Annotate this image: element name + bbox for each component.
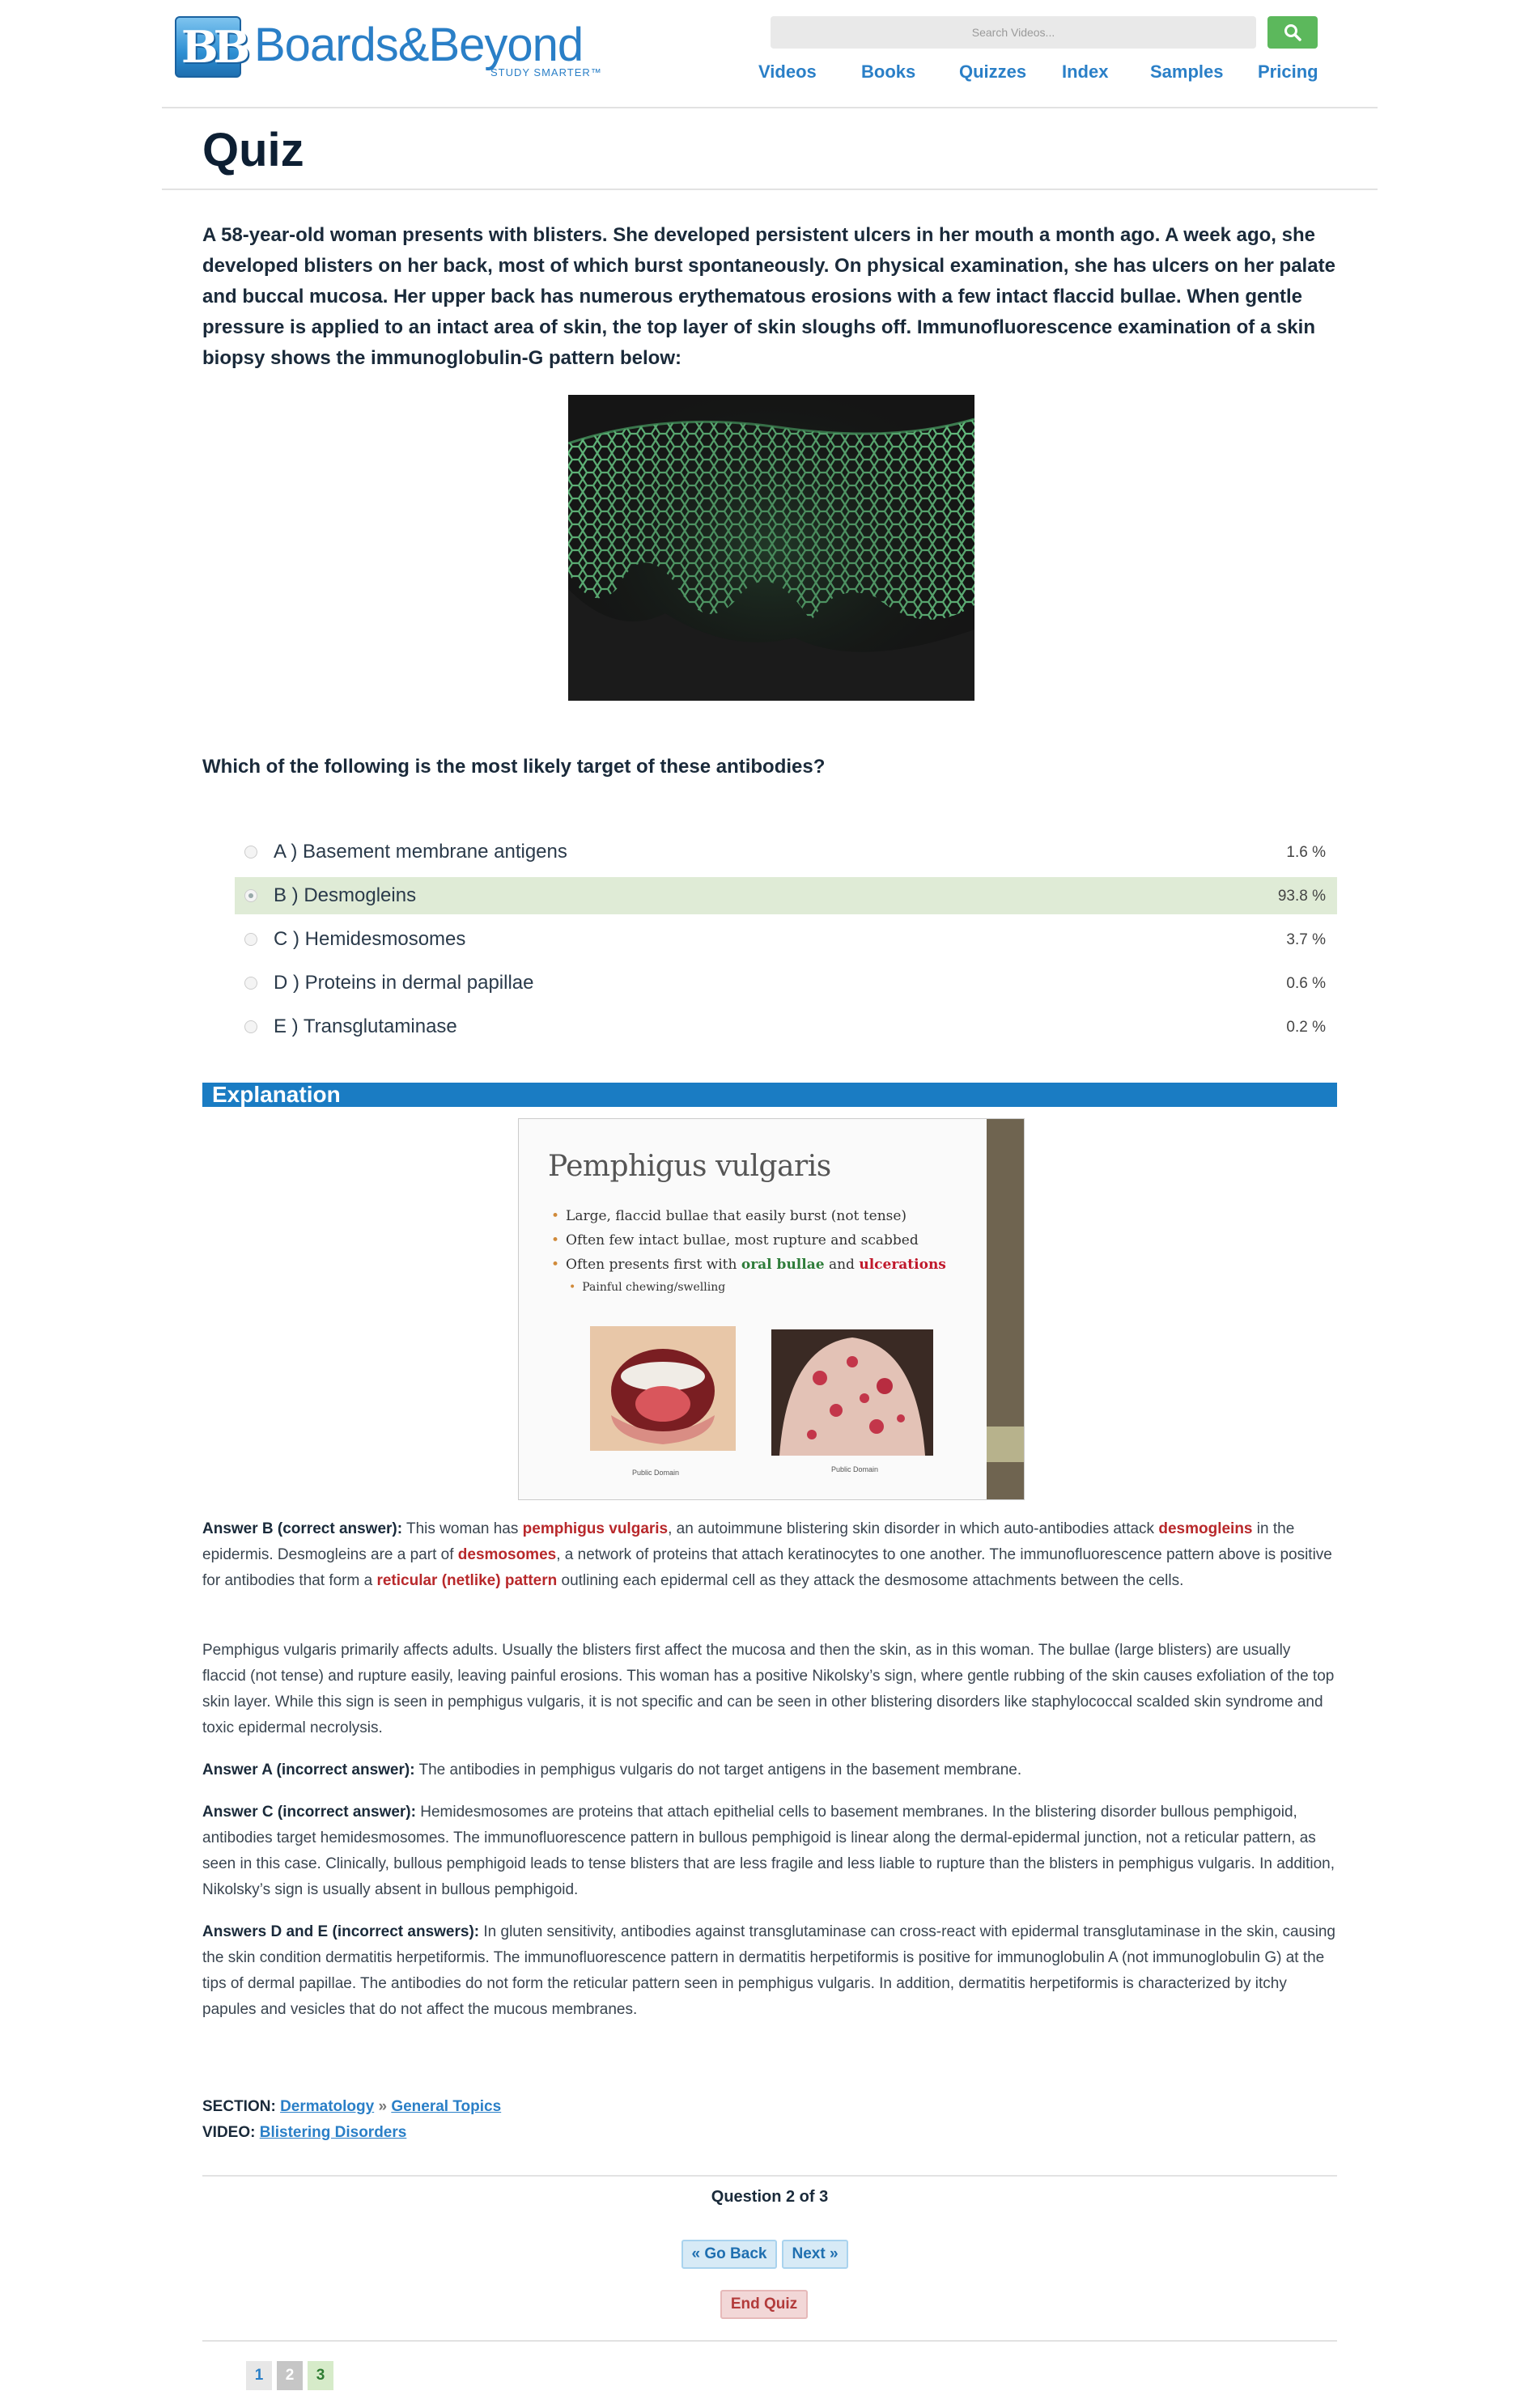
highlight-term: pemphigus vulgaris [522,1520,669,1537]
back-bullae-photo [771,1329,933,1456]
logo-text: Boards&Beyond [254,19,584,71]
section-label: SECTION: [202,2098,276,2115]
answer-lead: Answer A (incorrect answer): [202,1761,415,1778]
divider [162,189,1378,190]
question-counter: Question 2 of 3 [711,2188,829,2206]
answer-lead: Answer B (correct answer): [202,1520,403,1537]
section-link[interactable]: Dermatology [280,2098,374,2115]
option-b[interactable]: B ) Desmogleins 93.8 % [235,877,1337,914]
divider [202,2175,1337,2177]
page: BB Boards&Beyond STUDY SMARTER™ Videos B… [0,0,1537,2408]
question-stem: A 58-year-old woman presents with bliste… [202,224,1335,369]
slide-sub-bullet: Painful chewing/swelling [582,1281,726,1294]
section-info: SECTION: Dermatology » General Topics VI… [202,2094,1337,2146]
page-2-button[interactable]: 2 [277,2361,303,2390]
option-a[interactable]: A ) Basement membrane antigens 1.6 % [235,833,1337,871]
answer-c-paragraph: Answer C (incorrect answer): Hemidesmoso… [202,1800,1337,1903]
highlight-term: reticular (netlike) pattern [376,1572,558,1589]
option-d[interactable]: D ) Proteins in dermal papillae 0.6 % [235,964,1337,1002]
slide-bullet: and [824,1257,860,1273]
logo-tagline: STUDY SMARTER™ [490,66,602,78]
slide-bullet: Often presents first with [566,1257,741,1273]
go-back-button[interactable]: « Go Back [681,2240,777,2269]
answer-lead: Answer C (incorrect answer): [202,1804,416,1821]
explanation-heading: Explanation [212,1082,341,1107]
option-percent: 1.6 % [1286,844,1326,861]
nav-videos[interactable]: Videos [758,61,817,83]
slide-bullet: Often few intact bullae, most rupture an… [566,1232,919,1249]
option-label: C ) Hemidesmosomes [274,928,466,950]
option-c[interactable]: C ) Hemidesmosomes 3.7 % [235,921,1337,958]
highlight-term: desmogleins [1158,1520,1253,1537]
option-label: A ) Basement membrane antigens [274,841,567,863]
breadcrumb-separator: » [374,2098,392,2115]
video-link[interactable]: Blistering Disorders [260,2124,407,2141]
end-quiz-button[interactable]: End Quiz [720,2290,808,2319]
slide-side-bar [987,1119,1024,1499]
nav-samples[interactable]: Samples [1150,61,1224,83]
answer-de-paragraph: Answers D and E (incorrect answers): In … [202,1919,1337,2023]
oral-ulcer-photo [590,1326,736,1451]
lecture-slide-image: Pemphigus vulgaris • Large, flaccid bulla… [518,1118,1025,1500]
paragraph-text: This woman has [402,1520,523,1537]
main-nav: Videos Books Quizzes Index Samples Prici… [745,61,1360,87]
slide-bullet: Large, flaccid bullae that easily burst … [566,1208,907,1224]
option-percent: 93.8 % [1277,888,1326,905]
page-1-button[interactable]: 1 [246,2361,272,2390]
photo-caption: Public Domain [632,1469,680,1477]
option-label: E ) Transglutaminase [274,1015,457,1037]
answer-lead: Answers D and E (incorrect answers): [202,1923,480,1940]
nav-pricing[interactable]: Pricing [1258,61,1318,83]
paragraph-text: outlining each epidermal cell as they at… [557,1572,1184,1589]
option-e[interactable]: E ) Transglutaminase 0.2 % [235,1008,1337,1045]
radio-button[interactable] [244,1020,257,1033]
radio-button[interactable] [244,889,257,902]
slide-highlight: oral bullae [741,1257,825,1273]
search-button[interactable] [1267,16,1318,49]
option-label: D ) Proteins in dermal papillae [274,972,534,994]
radio-button[interactable] [244,933,257,946]
question-prompt: Which of the following is the most likel… [202,756,826,778]
immunofluorescence-image [568,395,974,701]
answer-a-paragraph: Answer A (incorrect answer): The antibod… [202,1757,1337,1783]
page-title: Quiz [202,124,304,176]
slide-highlight: ulcerations [859,1257,946,1273]
slide-bullets: • Large, flaccid bullae that easily burst… [551,1208,946,1294]
radio-button[interactable] [244,846,257,858]
option-percent: 0.6 % [1286,975,1326,992]
answer-b-paragraph: Answer B (correct answer): This woman ha… [202,1516,1337,1594]
page-3-button[interactable]: 3 [308,2361,333,2390]
subsection-link[interactable]: General Topics [391,2098,501,2115]
divider [202,2340,1337,2342]
answer-options: A ) Basement membrane antigens 1.6 % B )… [235,833,1337,1052]
search-input[interactable] [771,16,1256,49]
next-button[interactable]: Next » [782,2240,848,2269]
video-label: VIDEO: [202,2124,256,2141]
paragraph-text: The antibodies in pemphigus vulgaris do … [414,1761,1022,1778]
option-percent: 3.7 % [1286,931,1326,948]
logo-mark-icon: BB [175,16,250,78]
nav-index[interactable]: Index [1062,61,1108,83]
search-icon [1284,24,1301,41]
slide-title: Pemphigus vulgaris [548,1150,831,1183]
photo-caption: Public Domain [831,1465,879,1473]
nav-books[interactable]: Books [861,61,915,83]
site-logo[interactable]: BB Boards&Beyond STUDY SMARTER™ [175,16,601,81]
option-percent: 0.2 % [1286,1019,1326,1036]
explanation-heading-bar: Explanation [202,1083,1337,1107]
radio-button[interactable] [244,977,257,990]
nav-quizzes[interactable]: Quizzes [959,61,1026,83]
site-header: BB Boards&Beyond STUDY SMARTER™ Videos B… [162,0,1378,108]
highlight-term: desmosomes [457,1546,557,1563]
option-label: B ) Desmogleins [274,884,417,906]
paragraph-text: , an autoimmune blistering skin disorder… [668,1520,1159,1537]
pemphigus-paragraph: Pemphigus vulgaris primarily affects adu… [202,1642,1335,1736]
